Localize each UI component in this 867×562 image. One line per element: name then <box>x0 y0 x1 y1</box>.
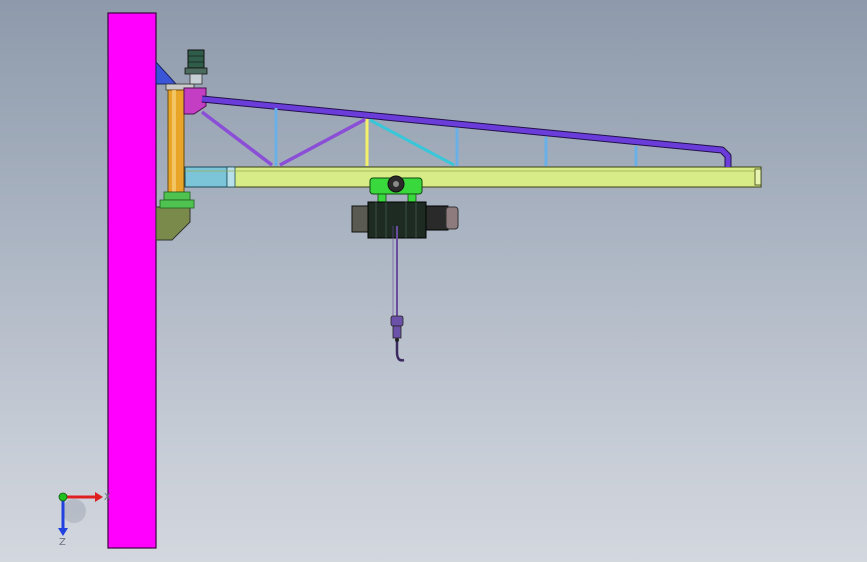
cad-model-view[interactable]: X Z <box>0 0 867 562</box>
lower-wall-bracket[interactable] <box>155 206 191 241</box>
tie-rod[interactable] <box>201 95 732 167</box>
slewing-drive-motor[interactable] <box>184 49 208 85</box>
triad-z-arrow <box>58 528 68 536</box>
triad-x-label: X <box>104 492 111 503</box>
triad-z-label: Z <box>59 537 66 548</box>
electric-hoist[interactable] <box>351 201 459 239</box>
coordinate-triad: X Z <box>58 492 111 548</box>
triad-y-origin <box>58 492 68 502</box>
boom-beam[interactable] <box>184 166 762 188</box>
wall-column[interactable] <box>107 12 157 549</box>
triad-x-arrow <box>95 492 103 502</box>
hook-assembly[interactable] <box>390 226 405 362</box>
trolley[interactable] <box>369 175 423 203</box>
graphics-viewport[interactable]: X Z <box>0 0 867 562</box>
upper-wall-bracket[interactable] <box>155 60 178 85</box>
